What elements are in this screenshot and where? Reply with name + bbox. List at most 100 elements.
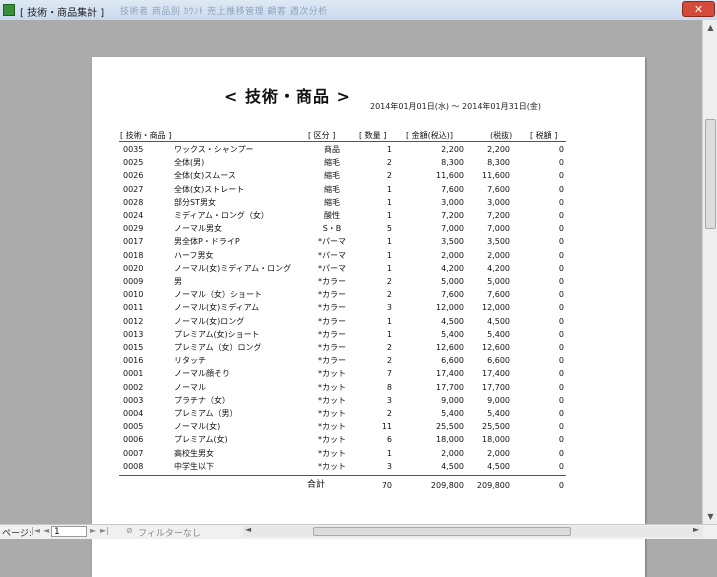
row-category: 縮毛 — [324, 184, 340, 194]
row-code: 0025 — [123, 158, 144, 168]
scroll-left-icon[interactable]: ◄ — [245, 525, 251, 534]
prev-page-icon[interactable]: ◄ — [43, 526, 49, 535]
row-name: ノーマル(女)ロング — [174, 316, 245, 326]
row-amount-excl: 12,000 — [482, 303, 510, 313]
date-range: 2014年01月01日(水) ～ 2014年01月31日(金) — [370, 102, 542, 111]
horizontal-scroll-thumb[interactable] — [313, 527, 571, 536]
row-category: 商品 — [324, 145, 340, 154]
row-amount-incl: 12,600 — [436, 343, 464, 352]
table-row: 0026 全体(女)スムース 縮毛 2 11,600 11,600 0 — [92, 169, 645, 182]
row-qty: 7 — [386, 369, 392, 379]
table-row: 0003 プラチナ（女） *カット 3 9,000 9,000 0 — [92, 394, 645, 407]
table-row: 0025 全体(男) 縮毛 2 8,300 8,300 0 — [92, 156, 645, 169]
row-category: 酸性 — [324, 211, 340, 220]
background-tabs: 技術者 商品別 ｶｳﾝﾄ 売上推移管理 顧客 週次分析 — [120, 7, 328, 17]
row-tax: 0 — [558, 409, 564, 418]
table-row: 0010 ノーマル（女）ショート *カラー 2 7,600 7,600 0 — [92, 288, 645, 301]
row-tax: 0 — [558, 343, 564, 352]
first-page-icon[interactable]: |◄ — [31, 526, 40, 535]
row-code: 0010 — [123, 290, 144, 300]
row-code: 0005 — [123, 422, 144, 432]
row-name: 部分ST男女 — [174, 197, 216, 207]
vertical-scrollbar[interactable]: ▲ ▼ — [702, 20, 717, 524]
row-amount-excl: 17,700 — [482, 382, 510, 392]
row-qty: 5 — [386, 224, 392, 234]
report-title: < 技術・商品 > — [224, 87, 351, 106]
row-qty: 1 — [386, 197, 392, 207]
table-row: 0015 プレミアム（女）ロング *カラー 2 12,600 12,600 0 — [92, 341, 645, 354]
row-tax: 0 — [558, 356, 564, 366]
row-tax: 0 — [558, 277, 564, 286]
row-category: *カラー — [318, 290, 346, 300]
table-row: 0029 ノーマル男女 S・B 5 7,000 7,000 0 — [92, 222, 645, 235]
row-category: *カラー — [318, 329, 346, 339]
row-code: 0001 — [123, 369, 144, 379]
row-code: 0002 — [123, 382, 144, 392]
row-category: 縮毛 — [324, 197, 340, 207]
table-row: 0002 ノーマル *カット 8 17,700 17,700 0 — [92, 381, 645, 394]
row-tax: 0 — [558, 237, 564, 247]
scroll-up-icon[interactable]: ▲ — [703, 20, 717, 35]
row-amount-excl: 5,400 — [487, 409, 510, 418]
row-amount-excl: 7,600 — [487, 290, 510, 300]
table-row: 0028 部分ST男女 縮毛 1 3,000 3,000 0 — [92, 196, 645, 209]
row-amount-incl: 4,200 — [441, 263, 464, 273]
horizontal-scrollbar[interactable]: ◄ ► — [243, 525, 703, 537]
row-category: *カラー — [318, 316, 346, 326]
scroll-down-icon[interactable]: ▼ — [703, 509, 717, 524]
last-page-icon[interactable]: ►| — [100, 526, 109, 535]
table-row: 0013 プレミアム(女)ショート *カラー 1 5,400 5,400 0 — [92, 328, 645, 341]
row-amount-excl: 2,200 — [487, 145, 510, 154]
row-tax: 0 — [558, 184, 564, 194]
scroll-right-icon[interactable]: ► — [693, 525, 699, 534]
row-name: ハーフ男女 — [174, 250, 214, 260]
row-qty: 2 — [386, 409, 392, 418]
row-code: 0013 — [123, 329, 144, 339]
row-category: *カラー — [318, 303, 346, 313]
filter-icon: ⊘ — [126, 526, 133, 535]
row-name: ノーマル — [174, 382, 206, 392]
row-name: 全体(女)ストレート — [174, 184, 245, 194]
row-qty: 1 — [386, 316, 392, 326]
table-row: 0006 プレミアム(女) *カット 6 18,000 18,000 0 — [92, 433, 645, 446]
page-number-input[interactable]: 1 — [51, 526, 87, 537]
column-header-item: [ 技術・商品 ] — [120, 131, 172, 140]
row-amount-incl: 25,500 — [436, 422, 464, 432]
row-category: *パーマ — [318, 263, 346, 273]
row-name: 高校生男女 — [174, 448, 214, 458]
row-amount-excl: 5,400 — [487, 329, 510, 339]
row-code: 0028 — [123, 197, 144, 207]
row-amount-incl: 5,400 — [441, 409, 464, 418]
vertical-scroll-thumb[interactable] — [705, 119, 716, 229]
total-label: 合計 — [307, 480, 326, 490]
row-tax: 0 — [558, 422, 564, 432]
window-title: [ 技術・商品集計 ] — [20, 8, 105, 19]
table-row: 0016 リタッチ *カラー 2 6,600 6,600 0 — [92, 354, 645, 367]
filter-status[interactable]: フィルターなし — [138, 526, 201, 539]
column-header-amount-excl: (税抜) — [490, 131, 513, 140]
row-amount-excl: 9,000 — [487, 395, 510, 405]
row-code: 0024 — [123, 211, 144, 220]
row-amount-excl: 7,200 — [487, 211, 510, 220]
close-button[interactable]: ✕ — [682, 1, 715, 17]
row-category: *カラー — [318, 356, 346, 366]
app-icon — [3, 4, 15, 16]
next-page-icon[interactable]: ► — [90, 526, 96, 535]
row-code: 0006 — [123, 435, 144, 445]
table-row: 0004 プレミアム（男） *カット 2 5,400 5,400 0 — [92, 407, 645, 420]
row-amount-excl: 7,000 — [487, 224, 510, 234]
row-tax: 0 — [558, 224, 564, 234]
row-amount-incl: 11,600 — [436, 171, 464, 181]
page-label: ページ: — [2, 529, 32, 539]
row-amount-incl: 8,300 — [441, 158, 464, 168]
row-code: 0020 — [123, 263, 144, 273]
row-qty: 1 — [386, 184, 392, 194]
row-amount-incl: 17,400 — [436, 369, 464, 379]
row-tax: 0 — [558, 461, 564, 471]
row-amount-excl: 7,600 — [487, 184, 510, 194]
row-tax: 0 — [558, 329, 564, 339]
row-category: *パーマ — [318, 250, 346, 260]
row-category: *カット — [318, 448, 346, 458]
row-qty: 1 — [386, 329, 392, 339]
row-qty: 2 — [386, 343, 392, 352]
